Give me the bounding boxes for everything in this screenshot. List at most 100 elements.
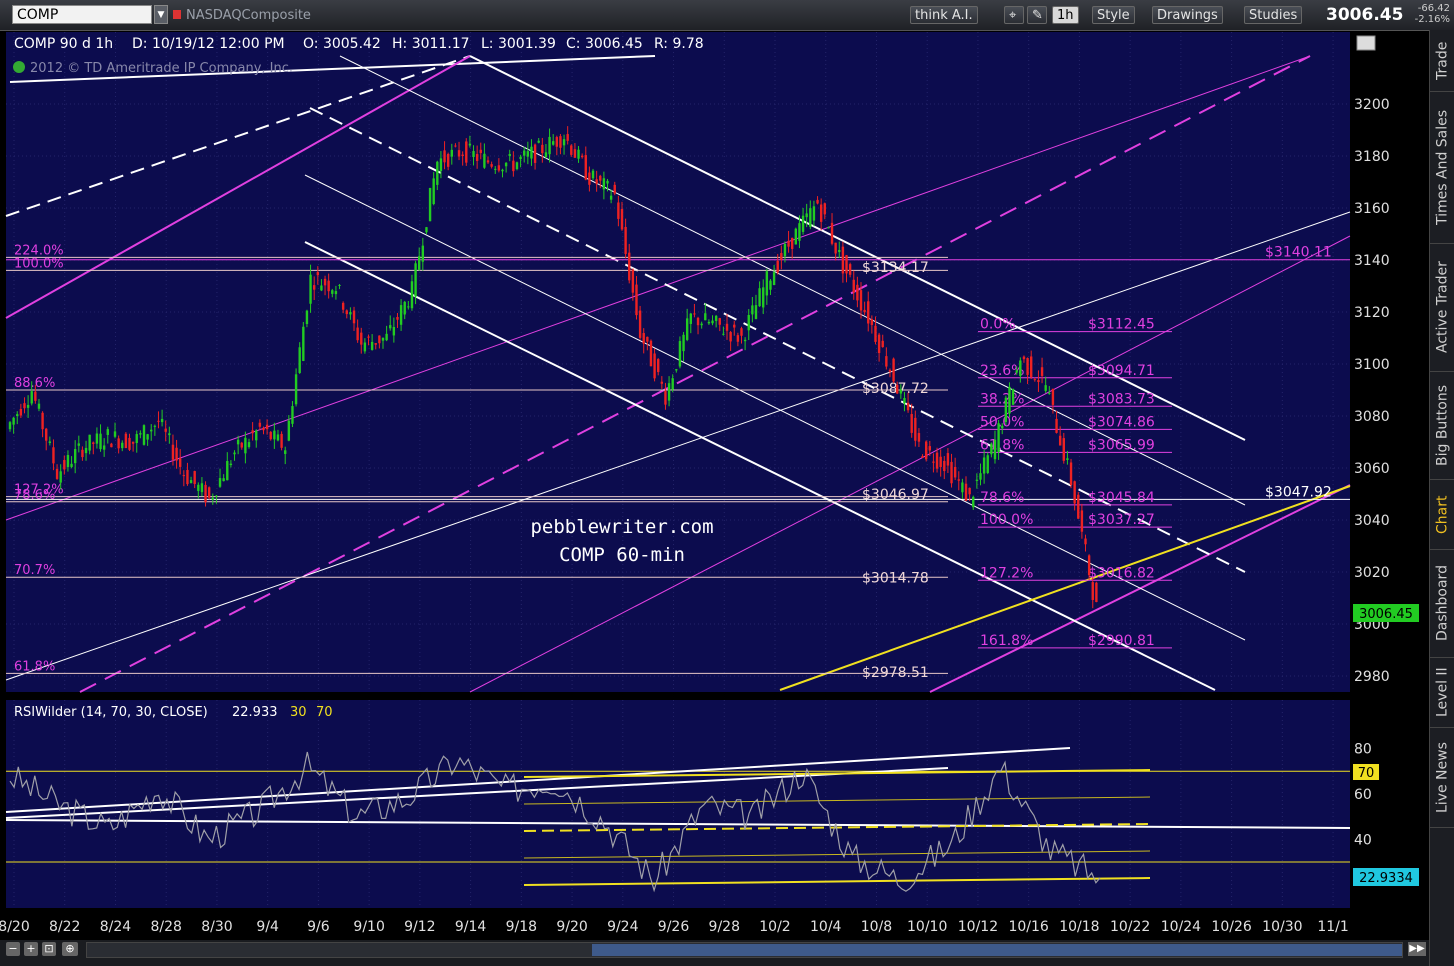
x-tick-label: 9/12 xyxy=(404,919,435,935)
tab-active-trader[interactable]: Active Trader xyxy=(1430,244,1454,372)
candle-body xyxy=(696,317,700,326)
symbol-dropdown-button[interactable]: ▼ xyxy=(154,5,168,24)
collapse-icon[interactable] xyxy=(1356,35,1376,51)
candle-body xyxy=(961,482,964,493)
candle-body xyxy=(993,439,997,460)
candle-body xyxy=(186,469,189,485)
pan-icon[interactable]: ⊕ xyxy=(62,942,78,956)
candle-body xyxy=(892,358,895,382)
candle-body xyxy=(1040,367,1044,376)
x-tick-label: 10/30 xyxy=(1262,919,1302,935)
candle-body xyxy=(620,209,624,230)
candle-body xyxy=(537,140,540,143)
candle-body xyxy=(1051,388,1055,405)
chart-period[interactable]: COMP 90 d 1h xyxy=(14,36,113,52)
zoom-out-icon[interactable]: − xyxy=(6,942,20,956)
candle-body xyxy=(515,162,519,170)
candle-body xyxy=(461,154,464,157)
fit-icon[interactable]: ⊡ xyxy=(42,942,56,956)
tab-times-and-sales[interactable]: Times And Sales xyxy=(1430,92,1454,244)
scrollbar-thumb[interactable] xyxy=(592,944,1402,956)
candle-body xyxy=(70,463,73,467)
candle-body xyxy=(102,445,106,450)
candle-body xyxy=(178,458,182,467)
candle-body xyxy=(736,335,740,342)
timeframe-button[interactable]: 1h xyxy=(1052,6,1079,24)
candle-body xyxy=(512,160,515,172)
crosshair-icon[interactable]: ⌖ xyxy=(1004,6,1024,24)
candle-body xyxy=(953,466,957,478)
fib-right-price: $3083.73 xyxy=(1088,391,1155,407)
tab-trade[interactable]: Trade xyxy=(1430,30,1454,92)
chart-canvas[interactable]: 224.0%100.0%88.6%127.2%78.6%70.7%61.8%$3… xyxy=(0,30,1429,940)
candle-body xyxy=(374,343,377,345)
candle-body xyxy=(124,433,128,449)
candle-body xyxy=(370,341,374,350)
candle-body xyxy=(117,438,120,449)
candle-body xyxy=(48,441,52,443)
candle-body xyxy=(599,175,602,181)
candle-body xyxy=(682,334,685,352)
candle-body xyxy=(841,246,845,274)
rsi-pane[interactable] xyxy=(6,700,1350,908)
candle-body xyxy=(819,204,823,222)
candle-body xyxy=(906,402,910,411)
candle-body xyxy=(19,409,23,416)
candle-body xyxy=(73,449,77,464)
candle-body xyxy=(396,316,399,320)
watermark-title: COMP 60-min xyxy=(559,544,685,566)
timeline-scrollbar[interactable] xyxy=(86,942,1403,958)
candle-body xyxy=(182,475,186,477)
candle-body xyxy=(780,253,783,260)
tab-live-news[interactable]: Live News xyxy=(1430,728,1454,828)
candle-body xyxy=(678,341,682,367)
fib-right-pct: 61.8% xyxy=(980,437,1024,453)
candle-body xyxy=(577,149,580,159)
rsi-overbought: 70 xyxy=(316,705,333,720)
candle-body xyxy=(399,305,403,325)
candle-body xyxy=(1001,425,1004,429)
rsi-title[interactable]: RSIWilder (14, 70, 30, CLOSE) xyxy=(14,705,208,720)
candle-body xyxy=(251,430,254,434)
drawings-button[interactable]: Drawings xyxy=(1152,6,1223,24)
fib-right-price: $3045.84 xyxy=(1088,490,1155,506)
fib-right-pct: 0.0% xyxy=(980,317,1016,333)
studies-button[interactable]: Studies xyxy=(1244,6,1303,24)
candle-body xyxy=(917,433,921,442)
scroll-end-icon[interactable]: ▶▶ xyxy=(1408,942,1426,956)
candle-body xyxy=(790,237,794,249)
price-tick-label: 3040 xyxy=(1354,513,1390,529)
style-button[interactable]: Style xyxy=(1092,6,1135,24)
tab-chart[interactable]: Chart xyxy=(1430,480,1454,550)
think-ai-button[interactable]: think A.I. xyxy=(910,6,978,24)
candle-body xyxy=(309,274,312,304)
price-tick-label: 3200 xyxy=(1354,97,1390,113)
wrench-icon[interactable]: ✎ xyxy=(1027,6,1047,24)
candle-body xyxy=(964,483,968,501)
candle-body xyxy=(106,429,109,435)
candle-body xyxy=(265,424,269,430)
symbol-input[interactable]: COMP xyxy=(12,5,152,24)
copyright: 2012 © TD Ameritrade IP Company, Inc. xyxy=(30,61,293,76)
price-tick-label: 2980 xyxy=(1354,669,1390,685)
candle-body xyxy=(776,260,779,273)
candle-body xyxy=(410,281,414,309)
tab-level-ii[interactable]: Level II xyxy=(1430,658,1454,728)
x-tick-label: 8/22 xyxy=(49,919,80,935)
right-level-label: $3047.92 xyxy=(1265,484,1332,500)
candle-body xyxy=(472,151,475,157)
tab-big-buttons[interactable]: Big Buttons xyxy=(1430,372,1454,480)
candle-body xyxy=(262,427,265,431)
info-icon[interactable] xyxy=(13,61,25,73)
candle-body xyxy=(255,430,258,441)
candle-body xyxy=(1055,418,1058,433)
tab-dashboard[interactable]: Dashboard xyxy=(1430,550,1454,658)
zoom-in-icon[interactable]: + xyxy=(24,942,38,956)
candle-body xyxy=(1011,388,1015,405)
rsi-last-tag-text: 22.9334 xyxy=(1359,871,1413,886)
candle-body xyxy=(714,315,718,321)
flag-icon[interactable] xyxy=(173,10,181,19)
candle-body xyxy=(584,155,587,180)
candle-body xyxy=(1087,555,1091,576)
candle-body xyxy=(1033,379,1037,381)
